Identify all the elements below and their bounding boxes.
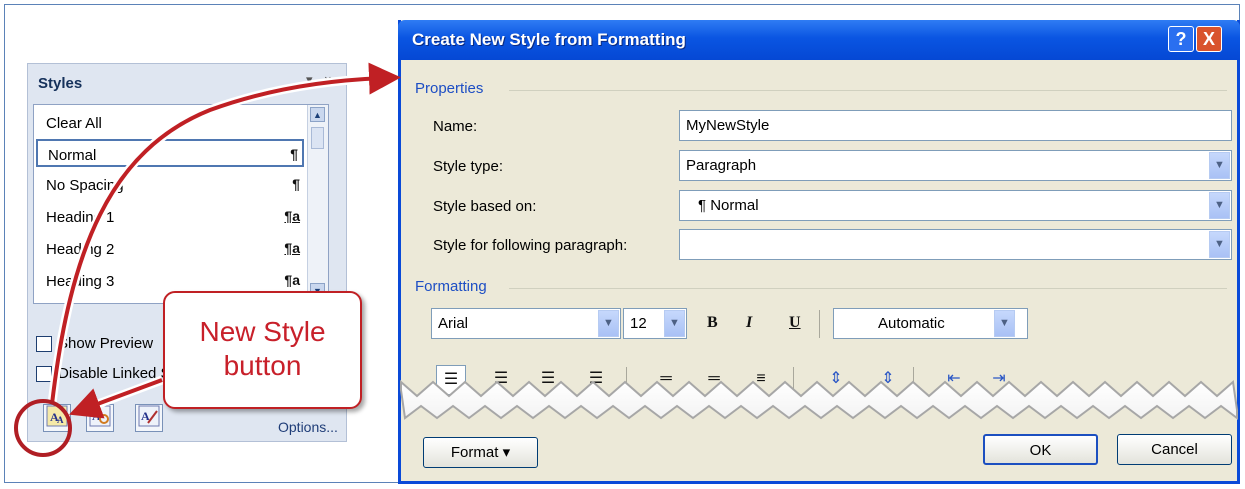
torn-edge-decoration — [400, 379, 1238, 420]
callout-label: New Style button — [199, 316, 326, 381]
callout-box: New Style button — [163, 291, 362, 409]
highlight-ring — [14, 399, 72, 457]
